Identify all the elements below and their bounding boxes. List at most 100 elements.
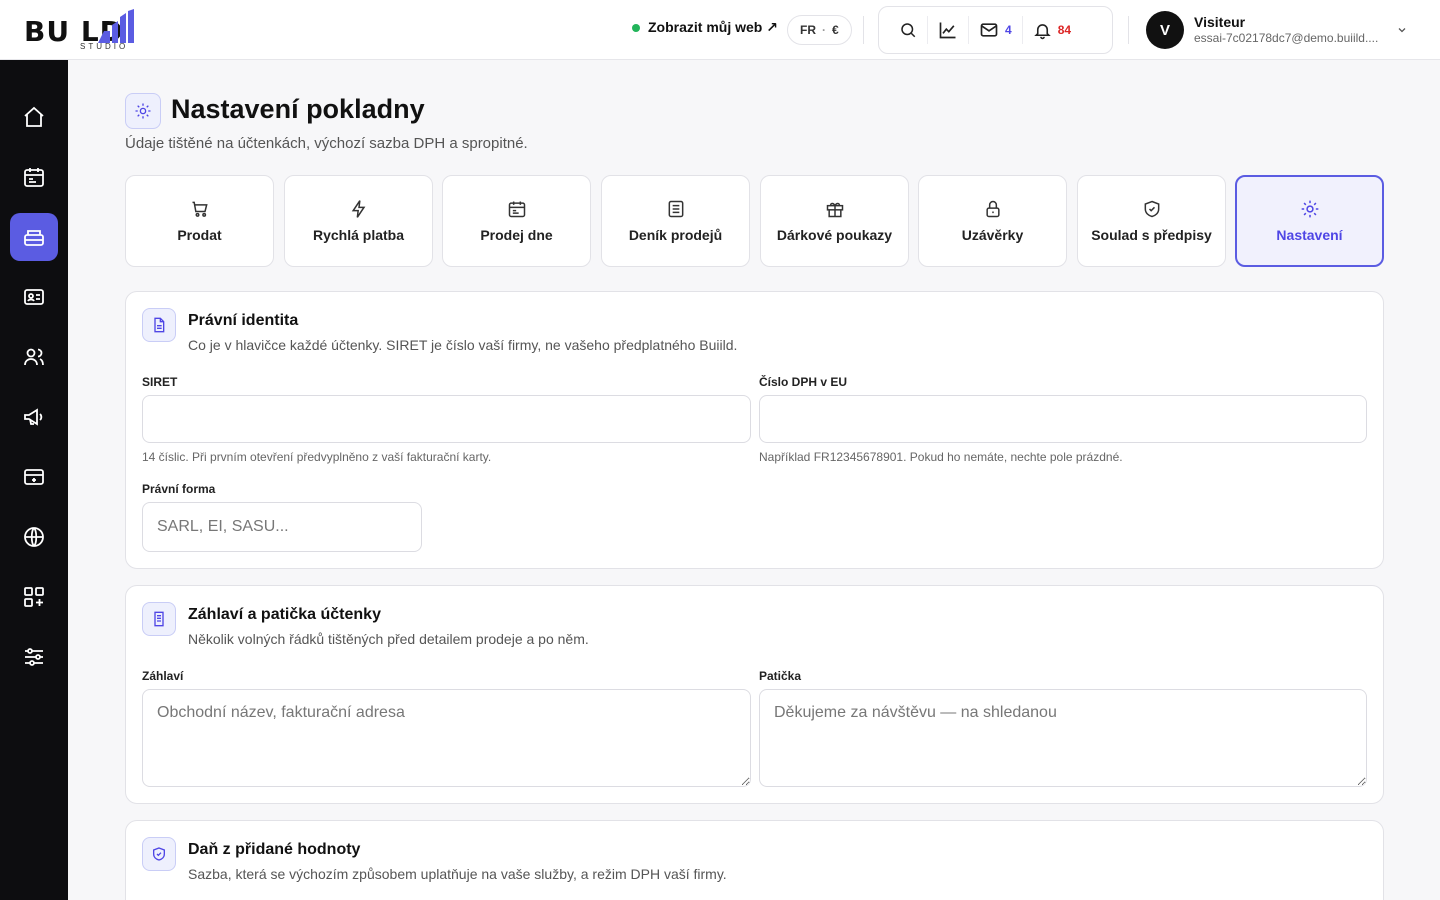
vat-card: Daň z přidané hodnoty Sazba, která se vý…	[125, 820, 1384, 900]
sidebar-item-calendar[interactable]	[10, 153, 58, 201]
pos-tabs: Prodat Rychlá platba Prodej dne Deník pr…	[125, 175, 1385, 267]
card-subtitle: Několik volných řádků tištěných před det…	[188, 631, 589, 647]
bolt-icon	[351, 200, 365, 218]
home-icon	[24, 106, 44, 127]
sidebar	[0, 60, 68, 900]
logo-subtitle: STUDIO	[80, 42, 129, 51]
view-my-site-link[interactable]: Zobrazit můj web ↗	[632, 19, 778, 36]
main-content: Nastavení pokladny Údaje tištěné na účte…	[68, 60, 1440, 900]
notifications-count: 84	[1057, 23, 1072, 37]
card-subtitle: Co je v hlavičce každé účtenky. SIRET je…	[188, 337, 738, 353]
siret-hint: 14 číslic. Při prvním otevření předvypln…	[142, 450, 492, 464]
card-title: Daň z přidané hodnoty	[188, 841, 361, 858]
apps-icon	[24, 587, 44, 607]
language-code: FR	[800, 23, 816, 37]
lock-icon	[985, 200, 1000, 218]
vat-number-hint: Například FR12345678901. Pokud ho nemáte…	[759, 450, 1123, 464]
page-title: Nastavení pokladny	[171, 94, 425, 124]
cart-icon	[192, 201, 208, 217]
view-my-site-label: Zobrazit můj web ↗	[648, 19, 778, 35]
currency-symbol: €	[832, 23, 839, 37]
logo-bars-icon	[98, 9, 134, 43]
tab-compliance[interactable]: Soulad s předpisy	[1077, 175, 1226, 267]
page-subtitle: Údaje tištěné na účtenkách, výchozí sazb…	[125, 135, 528, 152]
mail-icon	[980, 23, 998, 37]
receipt-footer-label: Patička	[759, 669, 802, 683]
legal-form-input[interactable]	[142, 502, 422, 552]
receipt-header-textarea[interactable]	[142, 689, 751, 787]
users-icon	[24, 348, 44, 366]
legal-identity-card: Právní identita Co je v hlavičce každé ú…	[125, 291, 1384, 569]
cash-register-icon	[24, 230, 44, 246]
search-button[interactable]	[889, 16, 927, 44]
sun-gear-icon	[135, 103, 151, 119]
tab-gift-vouchers[interactable]: Dárkové poukazy	[760, 175, 909, 267]
receipt-footer-textarea[interactable]	[759, 689, 1367, 787]
online-status-dot	[632, 23, 640, 32]
sidebar-item-home[interactable]	[10, 93, 58, 141]
gift-icon	[826, 202, 843, 218]
tab-label: Rychlá platba	[312, 227, 405, 243]
sidebar-item-settings[interactable]	[10, 633, 58, 681]
tab-settings[interactable]: Nastavení	[1235, 175, 1384, 267]
card-subtitle: Sazba, která se výchozím způsobem uplatň…	[188, 866, 727, 882]
header-divider	[863, 16, 864, 44]
calendar-icon	[24, 168, 44, 187]
sidebar-item-register[interactable]	[10, 213, 58, 261]
sidebar-item-website[interactable]	[10, 513, 58, 561]
header-divider	[1128, 16, 1129, 44]
card-icon-box	[142, 837, 176, 871]
tab-label: Dárkové poukazy	[776, 227, 893, 243]
card-title: Právní identita	[188, 312, 299, 329]
tab-quick-pay[interactable]: Rychlá platba	[284, 175, 433, 267]
legal-form-label: Právní forma	[142, 482, 216, 496]
siret-input[interactable]	[142, 395, 751, 443]
language-currency-switch[interactable]: FR · €	[787, 15, 852, 45]
shield-check-icon	[153, 847, 165, 861]
siret-label: SIRET	[142, 375, 178, 389]
logo[interactable]: BU LD STUDIO	[24, 9, 184, 53]
sidebar-item-marketing[interactable]	[10, 393, 58, 441]
analytics-button[interactable]	[927, 16, 968, 44]
messages-count: 4	[1005, 23, 1012, 37]
tab-daily-sales[interactable]: Prodej dne	[442, 175, 591, 267]
list-icon	[668, 200, 683, 218]
receipt-header-label: Záhlaví	[142, 669, 184, 683]
vat-number-input[interactable]	[759, 395, 1367, 443]
vat-number-label: Číslo DPH v EU	[759, 375, 848, 389]
tab-closures[interactable]: Uzávěrky	[918, 175, 1067, 267]
megaphone-icon	[24, 408, 43, 426]
user-name: Visiteur	[1194, 13, 1246, 30]
calendar-icon	[508, 201, 525, 218]
sidebar-item-contacts[interactable]	[10, 273, 58, 321]
document-icon	[154, 317, 165, 333]
search-icon	[901, 23, 916, 38]
card-icon	[24, 469, 44, 485]
page-title-icon-box	[125, 93, 161, 129]
chevron-down-icon	[1398, 28, 1406, 33]
header-tools: 4 84	[878, 6, 1113, 54]
messages-button[interactable]: 4	[968, 16, 1022, 44]
user-menu[interactable]: V Visiteur essai-7c02178dc7@demo.buiild.…	[1146, 10, 1416, 50]
sidebar-item-clients[interactable]	[10, 333, 58, 381]
card-title: Záhlaví a patička účtenky	[188, 606, 381, 623]
tab-sales-journal[interactable]: Deník prodejů	[601, 175, 750, 267]
user-email: essai-7c02178dc7@demo.buiild....	[1194, 31, 1379, 46]
receipt-icon	[154, 611, 164, 627]
tab-label: Soulad s předpisy	[1091, 227, 1212, 243]
bell-icon	[1033, 23, 1051, 39]
sidebar-item-apps[interactable]	[10, 573, 58, 621]
sliders-icon	[25, 648, 43, 666]
sidebar-item-payments[interactable]	[10, 453, 58, 501]
avatar: V	[1146, 11, 1184, 49]
tab-label: Prodej dne	[480, 227, 553, 243]
tab-label: Nastavení	[1276, 227, 1343, 243]
notifications-button[interactable]: 84	[1021, 16, 1081, 44]
tab-sell[interactable]: Prodat	[125, 175, 274, 267]
card-icon-box	[142, 308, 176, 342]
tab-label: Deník prodejů	[628, 227, 723, 243]
card-icon-box	[142, 602, 176, 636]
chart-icon	[939, 22, 956, 39]
receipt-header-footer-card: Záhlaví a patička účtenky Několik volnýc…	[125, 585, 1384, 804]
globe-icon	[24, 527, 44, 547]
